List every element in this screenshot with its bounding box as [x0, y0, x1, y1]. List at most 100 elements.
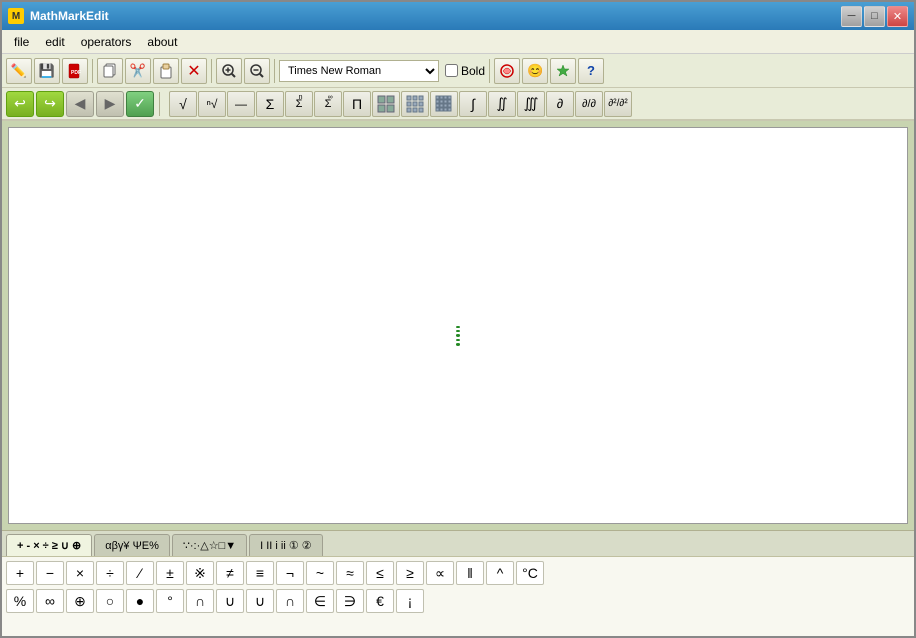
matrix3-button[interactable]	[430, 91, 458, 117]
check-button[interactable]: ✓	[126, 91, 154, 117]
symbol-button[interactable]: ∪	[246, 589, 274, 613]
matrix1-button[interactable]	[372, 91, 400, 117]
bottom-tabs: + - × ÷ ≥ ∪ ⊕ αβγ¥ ΨΕ% ∵·:·△☆□▼ I II i i…	[2, 530, 914, 556]
nav-sep	[159, 92, 160, 116]
maximize-button[interactable]: □	[864, 6, 885, 27]
svg-text:PDF: PDF	[71, 70, 81, 76]
minus-button[interactable]: —	[227, 91, 255, 117]
symbol-button[interactable]: ±	[156, 561, 184, 585]
math-toolbar: √ ⁿ√ — Σ Σn Σ∞ Π ∫ ∬ ∭ ∂ ∂/∂ ∂²/∂²	[167, 88, 914, 120]
zoom-in-button[interactable]	[216, 58, 242, 84]
color-button[interactable]	[494, 58, 520, 84]
symbol-button[interactable]: €	[366, 589, 394, 613]
symbol-button[interactable]: +	[6, 561, 34, 585]
title-buttons: ─ □ ✕	[841, 6, 908, 27]
symbol-button[interactable]: ¡	[396, 589, 424, 613]
title-bar: M MathMarkEdit ─ □ ✕	[2, 2, 914, 30]
bold-checkbox[interactable]	[445, 64, 458, 77]
symbol-button[interactable]: ∪	[216, 589, 244, 613]
partial3-button[interactable]: ∂²/∂²	[604, 91, 632, 117]
symbol-button[interactable]: ≤	[366, 561, 394, 585]
zoom-out-button[interactable]	[244, 58, 270, 84]
symbol-button[interactable]: ∩	[276, 589, 304, 613]
symbol-button[interactable]: −	[36, 561, 64, 585]
symbol-button[interactable]: ≡	[246, 561, 274, 585]
bold-checkbox-label: Bold	[445, 64, 485, 78]
editor-canvas[interactable]	[8, 127, 908, 524]
minimize-button[interactable]: ─	[841, 6, 862, 27]
partial2-button[interactable]: ∂/∂	[575, 91, 603, 117]
copy-button[interactable]	[97, 58, 123, 84]
symbol-button[interactable]: %	[6, 589, 34, 613]
tab-roman[interactable]: I II i ii ① ②	[249, 534, 323, 556]
back-button[interactable]: ◀	[66, 91, 94, 117]
symbol-button[interactable]: ~	[306, 561, 334, 585]
symbol-button[interactable]: ∝	[426, 561, 454, 585]
sum3-button[interactable]: Σ∞	[314, 91, 342, 117]
tab-geometry[interactable]: ∵·:·△☆□▼	[172, 534, 247, 556]
symbol-button[interactable]: °	[156, 589, 184, 613]
smiley-button[interactable]: 😊	[522, 58, 548, 84]
integral3-button[interactable]: ∭	[517, 91, 545, 117]
symbol-button[interactable]: ※	[186, 561, 214, 585]
redo-button[interactable]: ↪	[36, 91, 64, 117]
symbol-row2: %∞⊕○●°∩∪∪∩∈∋€¡	[6, 589, 910, 613]
sqrt-button[interactable]: √	[169, 91, 197, 117]
nth-root-button[interactable]: ⁿ√	[198, 91, 226, 117]
pdf-button[interactable]: PDF	[62, 58, 88, 84]
app-window: M MathMarkEdit ─ □ ✕ file edit operators…	[0, 0, 916, 638]
symbol-button[interactable]: ⁄	[126, 561, 154, 585]
symbol-button[interactable]: ^	[486, 561, 514, 585]
symbol-button[interactable]: ○	[96, 589, 124, 613]
menu-file[interactable]: file	[6, 33, 37, 51]
symbol-button[interactable]: ≥	[396, 561, 424, 585]
symbol-bar: +−×÷⁄±※≠≡¬~≈≤≥∝‖^°C %∞⊕○●°∩∪∪∩∈∋€¡	[2, 556, 914, 636]
symbol-button[interactable]: ≠	[216, 561, 244, 585]
delete-button[interactable]: ✕	[181, 58, 207, 84]
sum2-button[interactable]: Σn	[285, 91, 313, 117]
partial1-button[interactable]: ∂	[546, 91, 574, 117]
save-button[interactable]: 💾	[34, 58, 60, 84]
help-button[interactable]: ?	[578, 58, 604, 84]
toolbar1: ✏️ 💾 PDF ✂️ ✕ Times New Roman Arial Cour…	[2, 54, 914, 88]
app-icon: M	[8, 8, 24, 24]
sep4	[489, 59, 490, 83]
product-button[interactable]: Π	[343, 91, 371, 117]
font-select[interactable]: Times New Roman Arial Courier New	[279, 60, 439, 82]
star-button[interactable]	[550, 58, 576, 84]
symbol-button[interactable]: °C	[516, 561, 544, 585]
close-button[interactable]: ✕	[887, 6, 908, 27]
paste-button[interactable]	[153, 58, 179, 84]
tab-greek[interactable]: αβγ¥ ΨΕ%	[94, 534, 170, 556]
symbol-button[interactable]: ●	[126, 589, 154, 613]
pen-button[interactable]: ✏️	[6, 58, 32, 84]
text-cursor	[456, 326, 460, 346]
nav-toolbar: ↩ ↪ ◀ ▶ ✓	[2, 88, 167, 120]
bold-label: Bold	[461, 64, 485, 78]
forward-button[interactable]: ▶	[96, 91, 124, 117]
integral2-button[interactable]: ∬	[488, 91, 516, 117]
scissors-button[interactable]: ✂️	[125, 58, 151, 84]
window-title: MathMarkEdit	[30, 9, 835, 23]
symbol-button[interactable]: ÷	[96, 561, 124, 585]
symbol-button[interactable]: ¬	[276, 561, 304, 585]
symbol-button[interactable]: ⊕	[66, 589, 94, 613]
menu-bar: file edit operators about	[2, 30, 914, 54]
menu-edit[interactable]: edit	[37, 33, 72, 51]
symbol-button[interactable]: ‖	[456, 561, 484, 585]
menu-operators[interactable]: operators	[73, 33, 140, 51]
menu-about[interactable]: about	[139, 33, 185, 51]
symbol-button[interactable]: ∩	[186, 589, 214, 613]
symbol-button[interactable]: ∈	[306, 589, 334, 613]
integral1-button[interactable]: ∫	[459, 91, 487, 117]
symbol-button[interactable]: ≈	[336, 561, 364, 585]
tab-arithmetic[interactable]: + - × ÷ ≥ ∪ ⊕	[6, 534, 92, 556]
sep2	[211, 59, 212, 83]
sep1	[92, 59, 93, 83]
symbol-button[interactable]: ×	[66, 561, 94, 585]
undo-button[interactable]: ↩	[6, 91, 34, 117]
sum1-button[interactable]: Σ	[256, 91, 284, 117]
symbol-button[interactable]: ∋	[336, 589, 364, 613]
symbol-button[interactable]: ∞	[36, 589, 64, 613]
matrix2-button[interactable]	[401, 91, 429, 117]
